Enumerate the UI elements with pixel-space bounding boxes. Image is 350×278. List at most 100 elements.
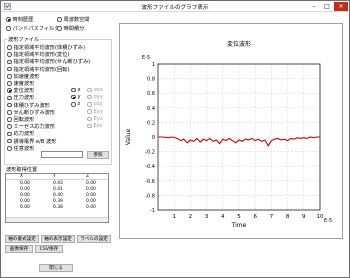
radio-waveform-file[interactable]: 変位波形 [7, 87, 34, 94]
radio-mode-integration[interactable]: 時間積分 [57, 25, 84, 32]
column-header-x: X [20, 174, 24, 179]
radio-label: 任意波形 [13, 145, 35, 152]
radio-label: 変位波形 [13, 88, 35, 95]
radio-label: 速度波形 [13, 81, 35, 87]
radio-label: 加速度波形 [13, 73, 40, 80]
radio-label: 圧力波形 [13, 95, 35, 102]
table-cell: 0.38 [53, 205, 63, 210]
radio-dot-icon [7, 45, 12, 50]
waveform-chart: 変位波形 E-5 E-5 Time Value 1 2 3 4 5 6 7 8 9 10 1 0.8 0.6 0.4… [125, 40, 332, 229]
radio-label: 誘導電界 e/B 波形 [13, 138, 57, 145]
plot-area: 変位波形 E-5 E-5 Time Value 1 2 3 4 5 6 7 8 9 10 1 0.8 0.6 0.4… [119, 23, 343, 239]
browse-button[interactable]: 参照 [87, 150, 109, 159]
radio-waveform-file[interactable]: 指定領域平均波形(せん断ひずみ) [7, 58, 90, 65]
y-axis-label: Value [125, 128, 132, 145]
radio-dot-icon [57, 17, 62, 22]
x-tick-label: 9 [302, 214, 306, 220]
radio-label: 応力波形 [13, 131, 35, 138]
radio-label: 周波数空間 [63, 17, 90, 23]
radio-waveform-file[interactable]: 指定領域平均波形(体積ひずみ) [7, 44, 85, 51]
column-header-y: Y [53, 174, 56, 179]
radio-dot-icon [71, 87, 76, 93]
radio-dot-icon [7, 138, 12, 144]
radio-label: 指定領域平均波形(せん断ひずみ) [13, 59, 91, 66]
axis-display-button[interactable]: 軸の表示設定 [41, 235, 75, 243]
minimize-icon[interactable]: – [308, 2, 320, 11]
radio-dot-icon [87, 109, 92, 114]
y-tick-label: -0.2 [145, 150, 155, 156]
radio-dot-icon [7, 102, 12, 108]
table-row[interactable]: 0.00 0.38 0.00 [6, 205, 108, 211]
radio-component[interactable]: z [71, 101, 80, 107]
radio-mode-time-history[interactable]: 時刻歴歴 [6, 16, 33, 23]
x-tick-label: 7 [270, 214, 274, 220]
radio-waveform-file[interactable]: 応力波形 [7, 130, 34, 137]
radio-waveform-file[interactable]: せん断ひずみ波形 [7, 109, 55, 116]
radio-label: 体積ひずみ波形 [13, 102, 50, 109]
y-tick-label: 0.8 [147, 77, 155, 83]
x-tick-label: 4 [221, 214, 225, 220]
radio-waveform-file[interactable]: 任意波形 [7, 145, 34, 152]
horizontal-scrollbar[interactable] [6, 217, 108, 222]
radio-label: y [77, 94, 81, 101]
radio-stress-component[interactable]: σyy [87, 94, 103, 100]
x-tick-label: 5 [237, 214, 241, 220]
radio-waveform-file[interactable]: 体積ひずみ波形 [7, 102, 50, 109]
radio-dot-icon [87, 123, 92, 129]
radio-waveform-file[interactable]: 誘導電界 e/B 波形 [7, 138, 56, 145]
radio-dot-icon [7, 59, 12, 65]
radio-label: σyy [93, 94, 103, 101]
radio-label: σxx [93, 87, 103, 93]
axis-format-button[interactable]: 軸の書式設定 [5, 235, 39, 243]
output-positions-table[interactable]: X Y Z 0.00 0.43 0.00 0.00 0.41 0.00 0.00 0.40 0.… [5, 173, 109, 223]
radio-waveform-file[interactable]: ミーゼス応力波形 [7, 123, 55, 130]
waveform-file-group-title: 波形ファイル [7, 36, 41, 43]
x-tick-label: 8 [286, 214, 290, 220]
radio-dot-icon [7, 131, 12, 137]
radio-dot-icon [7, 95, 12, 101]
radio-label: Exy [93, 108, 103, 115]
radio-dot-icon [6, 17, 11, 22]
table-cell: 0.00 [20, 205, 30, 210]
radio-label: パンドパスフィルタ [12, 26, 60, 32]
radio-stress-component[interactable]: Ezx [87, 123, 103, 129]
radio-dot-icon [87, 102, 92, 107]
close-icon[interactable]: ✕ [334, 2, 348, 11]
radio-waveform-file[interactable]: 加速度波形 [7, 73, 39, 80]
label-settings-button[interactable]: ラベルの設定 [77, 235, 111, 243]
radio-label: 回転波形 [13, 117, 35, 123]
radio-label: z [77, 101, 81, 108]
radio-waveform-file[interactable]: 圧力波形 [7, 94, 34, 101]
radio-mode-bandpass[interactable]: パンドパスフィルタ [6, 25, 59, 32]
radio-dot-icon [7, 88, 12, 93]
radio-dot-icon [7, 146, 12, 151]
radio-component[interactable]: y [71, 94, 81, 100]
radio-stress-component[interactable]: Exy [87, 109, 103, 115]
maximize-icon[interactable]: □ [321, 2, 333, 11]
radio-dot-icon [71, 94, 76, 100]
radio-stress-component[interactable]: σzz [87, 101, 102, 107]
chart-title: 変位波形 [227, 40, 251, 48]
radio-dot-icon [7, 110, 12, 115]
radio-stress-component[interactable]: σxx [87, 87, 103, 93]
x-exponent-label: E-5 [324, 218, 332, 224]
radio-stress-component[interactable]: Eyz [87, 116, 103, 122]
save-image-button[interactable]: 画像保存 [5, 245, 33, 253]
x-tick-label: 6 [253, 214, 257, 220]
arbitrary-waveform-path-input[interactable] [41, 151, 83, 158]
radio-waveform-file[interactable]: 回転波形 [7, 116, 34, 123]
radio-waveform-file[interactable]: 指定領域平均波形(変位) [7, 51, 69, 58]
radio-label: x [77, 87, 81, 93]
radio-dot-icon [7, 81, 12, 86]
radio-label: Eyz [93, 115, 103, 122]
radio-waveform-file[interactable]: 速度波形 [7, 80, 34, 87]
radio-dot-icon [87, 94, 92, 100]
radio-component[interactable]: x [71, 87, 81, 93]
radio-dot-icon [7, 74, 12, 79]
radio-mode-frequency[interactable]: 周波数空間 [57, 16, 89, 23]
radio-dot-icon [7, 66, 12, 72]
radio-waveform-file[interactable]: 指定領域平均波形(回転) [7, 66, 69, 73]
y-exponent-label: E-5 [142, 55, 150, 61]
close-button[interactable]: 閉じる [39, 264, 73, 272]
save-csv-button[interactable]: CSV保存 [35, 245, 63, 253]
